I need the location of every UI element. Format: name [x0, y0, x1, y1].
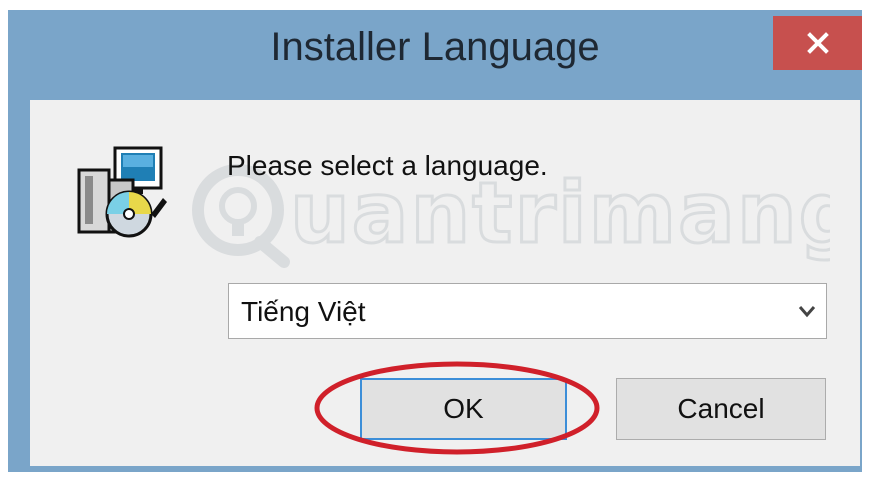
prompt-text: Please select a language.: [227, 150, 548, 181]
installer-icon: [77, 146, 167, 238]
ok-button[interactable]: OK: [360, 378, 567, 440]
language-select-value: Tiếng Việt: [241, 296, 366, 327]
window-title: Installer Language: [270, 25, 600, 69]
close-button[interactable]: [773, 16, 862, 70]
language-select[interactable]: Tiếng Việt: [228, 283, 827, 339]
chevron-down-icon[interactable]: [796, 300, 818, 322]
cancel-button[interactable]: Cancel: [616, 378, 826, 440]
close-icon: [806, 32, 829, 54]
